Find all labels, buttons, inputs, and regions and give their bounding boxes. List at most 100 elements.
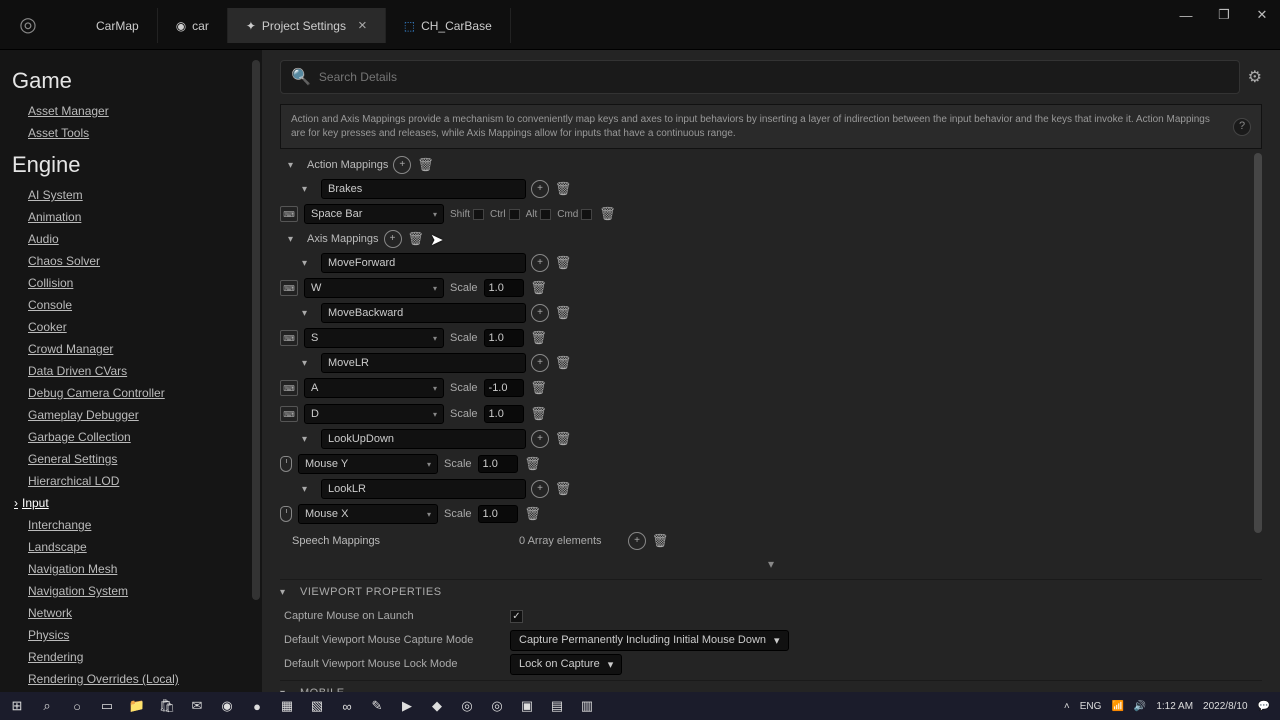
sidebar-item-asset-tools[interactable]: Asset Tools xyxy=(12,122,250,144)
delete-binding-button[interactable]: 🗑 xyxy=(530,405,548,423)
sidebar-item-hierarchical-lod[interactable]: Hierarchical LOD xyxy=(12,470,250,492)
add-speech-button[interactable]: + xyxy=(628,532,646,550)
scale-input[interactable] xyxy=(478,505,518,523)
sidebar-item-navigation-system[interactable]: Navigation System xyxy=(12,580,250,602)
tray-time[interactable]: 1:12 AM xyxy=(1156,701,1193,712)
sidebar-item-rendering-overrides[interactable]: Rendering Overrides (Local) xyxy=(12,668,250,690)
expand-icon[interactable]: ▾ xyxy=(288,234,302,245)
key-selector[interactable]: W▾ xyxy=(304,278,444,298)
keyboard-icon[interactable]: ⌨ xyxy=(280,330,298,346)
app-icon[interactable]: ✎ xyxy=(362,693,392,719)
expand-icon[interactable]: ▾ xyxy=(302,308,316,319)
sidebar-scrollbar[interactable] xyxy=(252,60,260,600)
keyboard-icon[interactable]: ⌨ xyxy=(280,406,298,422)
mouse-icon[interactable] xyxy=(280,456,292,472)
sidebar-item-input[interactable]: Input xyxy=(12,492,250,514)
delete-binding-button[interactable]: 🗑 xyxy=(530,329,548,347)
axis-name-input[interactable] xyxy=(321,429,526,449)
close-button[interactable]: ✕ xyxy=(1248,4,1276,26)
key-selector[interactable]: Mouse X▾ xyxy=(298,504,438,524)
scale-input[interactable] xyxy=(484,405,524,423)
expand-icon[interactable]: ▾ xyxy=(302,434,316,445)
unreal-icon[interactable]: ◎ xyxy=(482,693,512,719)
start-button[interactable]: ⊞ xyxy=(2,693,32,719)
sidebar-item-physics[interactable]: Physics xyxy=(12,624,250,646)
settings-gear-icon[interactable]: ⚙ xyxy=(1248,67,1262,87)
sidebar-item-asset-manager[interactable]: Asset Manager xyxy=(12,100,250,122)
tray-date[interactable]: 2022/8/10 xyxy=(1203,701,1248,712)
tray-up-icon[interactable]: ˄ xyxy=(1064,701,1070,712)
expand-icon[interactable]: ▾ xyxy=(302,258,316,269)
delete-binding-button[interactable]: 🗑 xyxy=(530,279,548,297)
expand-advanced-icon[interactable]: ▾ xyxy=(280,553,1262,575)
store-icon[interactable]: 🛍 xyxy=(152,693,182,719)
tray-lang[interactable]: ENG xyxy=(1080,701,1102,712)
expand-icon[interactable]: ▾ xyxy=(280,587,294,598)
sidebar-item-interchange[interactable]: Interchange xyxy=(12,514,250,536)
app-icon[interactable]: ▥ xyxy=(572,693,602,719)
sidebar-item-crowd-manager[interactable]: Crowd Manager xyxy=(12,338,250,360)
sidebar-item-general-settings[interactable]: General Settings xyxy=(12,448,250,470)
tray-notifications-icon[interactable]: 💬 xyxy=(1258,701,1270,712)
search-input[interactable] xyxy=(319,70,1229,84)
sidebar-item-debug-camera-controller[interactable]: Debug Camera Controller xyxy=(12,382,250,404)
sidebar-item-gameplay-debugger[interactable]: Gameplay Debugger xyxy=(12,404,250,426)
scale-input[interactable] xyxy=(484,379,524,397)
keyboard-icon[interactable]: ⌨ xyxy=(280,380,298,396)
delete-action-mapping-button[interactable]: 🗑 xyxy=(416,156,434,174)
app-icon[interactable]: ◆ xyxy=(422,693,452,719)
mobile-section-header[interactable]: ▾ MOBILE xyxy=(280,680,1262,692)
tab-car[interactable]: ◉ car xyxy=(158,8,228,43)
tab-ch-carbase[interactable]: ⬚ CH_CarBase xyxy=(386,8,511,43)
task-view-icon[interactable]: ▭ xyxy=(92,693,122,719)
keyboard-icon[interactable]: ⌨ xyxy=(280,206,298,222)
expand-icon[interactable]: ▾ xyxy=(302,484,316,495)
delete-mapping-button[interactable]: 🗑 xyxy=(554,480,572,498)
expand-icon[interactable]: ▾ xyxy=(302,358,316,369)
minimize-button[interactable]: — xyxy=(1172,4,1200,26)
add-binding-button[interactable]: + xyxy=(531,304,549,322)
app-icon[interactable]: ● xyxy=(242,693,272,719)
tray-volume-icon[interactable]: 🔊 xyxy=(1134,701,1146,712)
expand-icon[interactable]: ▾ xyxy=(288,160,302,171)
keyboard-icon[interactable]: ⌨ xyxy=(280,280,298,296)
expand-icon[interactable]: ▾ xyxy=(302,184,316,195)
viewport-section-header[interactable]: ▾ VIEWPORT PROPERTIES xyxy=(280,579,1262,604)
sidebar-item-ai-system[interactable]: AI System xyxy=(12,184,250,206)
add-binding-button[interactable]: + xyxy=(531,430,549,448)
axis-name-input[interactable] xyxy=(321,303,526,323)
unreal-icon[interactable]: ◎ xyxy=(452,693,482,719)
key-selector[interactable]: A▾ xyxy=(304,378,444,398)
add-binding-button[interactable]: + xyxy=(531,480,549,498)
tab-project-settings[interactable]: ✦ Project Settings × xyxy=(228,8,386,43)
delete-mapping-button[interactable]: 🗑 xyxy=(554,430,572,448)
mail-icon[interactable]: ✉ xyxy=(182,693,212,719)
sidebar-item-data-driven-cvars[interactable]: Data Driven CVars xyxy=(12,360,250,382)
tab-close-icon[interactable]: × xyxy=(358,17,367,34)
sidebar-item-garbage-collection[interactable]: Garbage Collection xyxy=(12,426,250,448)
app-icon[interactable]: ▶ xyxy=(392,693,422,719)
lock-mode-select[interactable]: Lock on Capture ▾ xyxy=(510,654,622,675)
add-action-mapping-button[interactable]: + xyxy=(393,156,411,174)
sidebar-item-rendering[interactable]: Rendering xyxy=(12,646,250,668)
content-scrollbar[interactable] xyxy=(1254,153,1262,533)
cortana-icon[interactable]: ○ xyxy=(62,693,92,719)
vscode-icon[interactable]: ▧ xyxy=(302,693,332,719)
sidebar-item-cooker[interactable]: Cooker xyxy=(12,316,250,338)
delete-mapping-button[interactable]: 🗑 xyxy=(554,304,572,322)
delete-mapping-button[interactable]: 🗑 xyxy=(554,354,572,372)
action-name-input[interactable] xyxy=(321,179,526,199)
delete-binding-button[interactable]: 🗑 xyxy=(530,379,548,397)
tray-wifi-icon[interactable]: 📶 xyxy=(1111,701,1123,712)
add-binding-button[interactable]: + xyxy=(531,254,549,272)
sidebar-item-collision[interactable]: Collision xyxy=(12,272,250,294)
shift-checkbox[interactable] xyxy=(473,209,484,220)
delete-binding-button[interactable]: 🗑 xyxy=(524,505,542,523)
app-icon[interactable]: ▦ xyxy=(272,693,302,719)
key-selector[interactable]: Mouse Y▾ xyxy=(298,454,438,474)
maximize-button[interactable]: ❐ xyxy=(1210,4,1238,26)
delete-axis-mapping-button[interactable]: 🗑 xyxy=(407,230,425,248)
app-icon[interactable]: ▣ xyxy=(512,693,542,719)
scale-input[interactable] xyxy=(484,329,524,347)
sidebar-item-console[interactable]: Console xyxy=(12,294,250,316)
